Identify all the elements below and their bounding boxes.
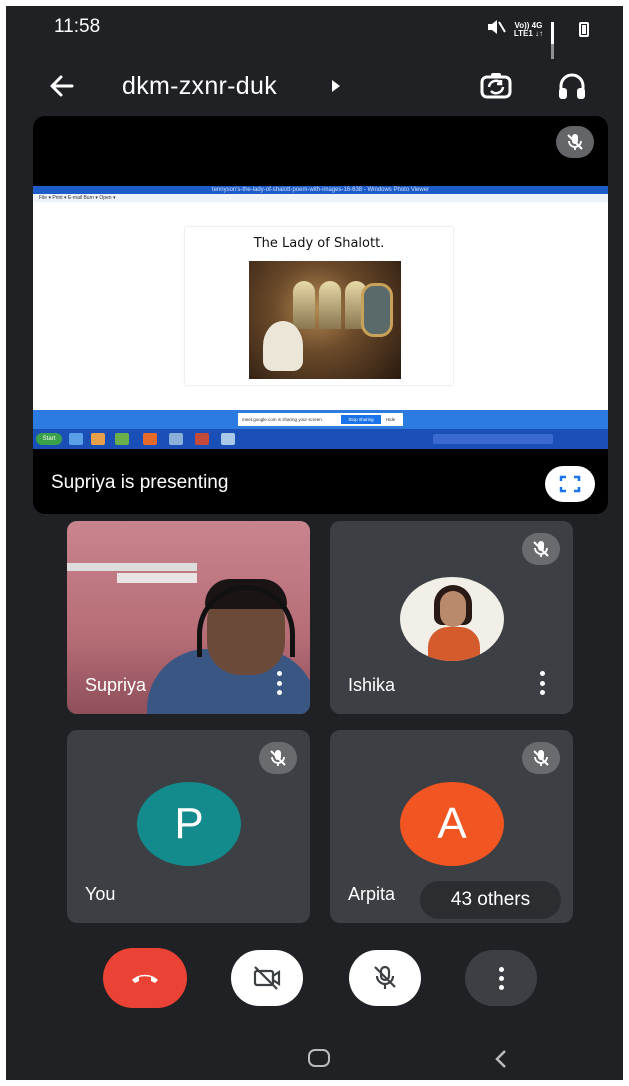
slide: The Lady of Shalott. (185, 227, 453, 385)
participant-tile-you[interactable]: P You (67, 730, 310, 923)
presentation-tile[interactable]: tennyson's-the-lady-of-shalott-poem-with… (33, 116, 608, 514)
more-options-button[interactable] (465, 950, 537, 1006)
share-notification-text: meet.google.com is sharing your screen. (242, 417, 324, 422)
more-options-icon[interactable] (276, 671, 282, 695)
camera-toggle-button[interactable] (231, 950, 303, 1006)
mic-toggle-button[interactable] (349, 950, 421, 1006)
network-line-2: LTE1 ↓↑ (513, 28, 543, 38)
hide-share-button: Hide (386, 417, 396, 422)
slide-painting (249, 261, 401, 379)
participant-name: You (85, 884, 116, 904)
fullscreen-icon (559, 475, 581, 493)
avatar: A (400, 782, 504, 866)
mic-off-icon (522, 742, 560, 774)
taskbar-start: Start (36, 433, 62, 445)
participant-tile-ishika[interactable]: Ishika (330, 521, 573, 714)
mute-icon (486, 18, 506, 41)
shared-screen: tennyson's-the-lady-of-shalott-poem-with… (33, 186, 608, 449)
screen-share-strip: meet.google.com is sharing your screen. … (33, 410, 608, 429)
share-notification: meet.google.com is sharing your screen. … (238, 413, 403, 426)
shared-taskbar: Start (33, 429, 608, 449)
avatar (400, 577, 504, 661)
status-time: 11:58 (54, 16, 101, 37)
back-arrow-icon[interactable] (44, 68, 80, 104)
phone-screen: 11:58 Vo)) 4G LTE1 ↓↑ dkm-zxnr-duk tenny… (6, 6, 623, 1080)
end-call-icon (132, 974, 158, 983)
mic-off-icon (374, 965, 396, 989)
others-count-chip[interactable]: 43 others (420, 881, 561, 919)
caret-right-icon[interactable] (332, 80, 340, 92)
camera-off-icon (253, 966, 281, 990)
fullscreen-button[interactable] (545, 466, 595, 502)
mic-off-icon (556, 126, 594, 158)
participant-name: Arpita (348, 884, 396, 904)
network-indicator: Vo)) 4G LTE1 ↓↑ (513, 21, 543, 38)
more-options-icon[interactable] (539, 671, 545, 695)
participant-name: Supriya (85, 675, 147, 695)
shared-window-title: tennyson's-the-lady-of-shalott-poem-with… (33, 186, 608, 194)
mic-off-icon (259, 742, 297, 774)
switch-camera-icon[interactable] (478, 68, 514, 104)
shared-window-menu: File ▾ Print ▾ E-mail Burn ▾ Open ▾ (33, 194, 608, 202)
end-call-button[interactable] (103, 948, 187, 1008)
mic-off-icon (522, 533, 560, 565)
slide-title: The Lady of Shalott. (253, 236, 385, 251)
participant-tile-supriya[interactable]: Supriya (67, 521, 310, 714)
battery-icon (579, 22, 589, 37)
meeting-code[interactable]: dkm-zxnr-duk (122, 72, 277, 101)
avatar: P (137, 782, 241, 866)
meeting-header: dkm-zxnr-duk (6, 58, 623, 114)
status-icons: Vo)) 4G LTE1 ↓↑ (486, 18, 589, 59)
more-options-icon (498, 966, 504, 990)
home-nav-icon[interactable] (308, 1049, 330, 1067)
stop-sharing-button: Stop sharing (341, 415, 381, 424)
headphones-icon[interactable] (554, 68, 590, 104)
back-nav-icon[interactable] (490, 1047, 514, 1071)
presenting-label: Supriya is presenting (51, 472, 229, 493)
participant-name: Ishika (348, 675, 396, 695)
status-bar: 11:58 Vo)) 4G LTE1 ↓↑ (6, 6, 623, 59)
signal-icon (551, 21, 571, 59)
